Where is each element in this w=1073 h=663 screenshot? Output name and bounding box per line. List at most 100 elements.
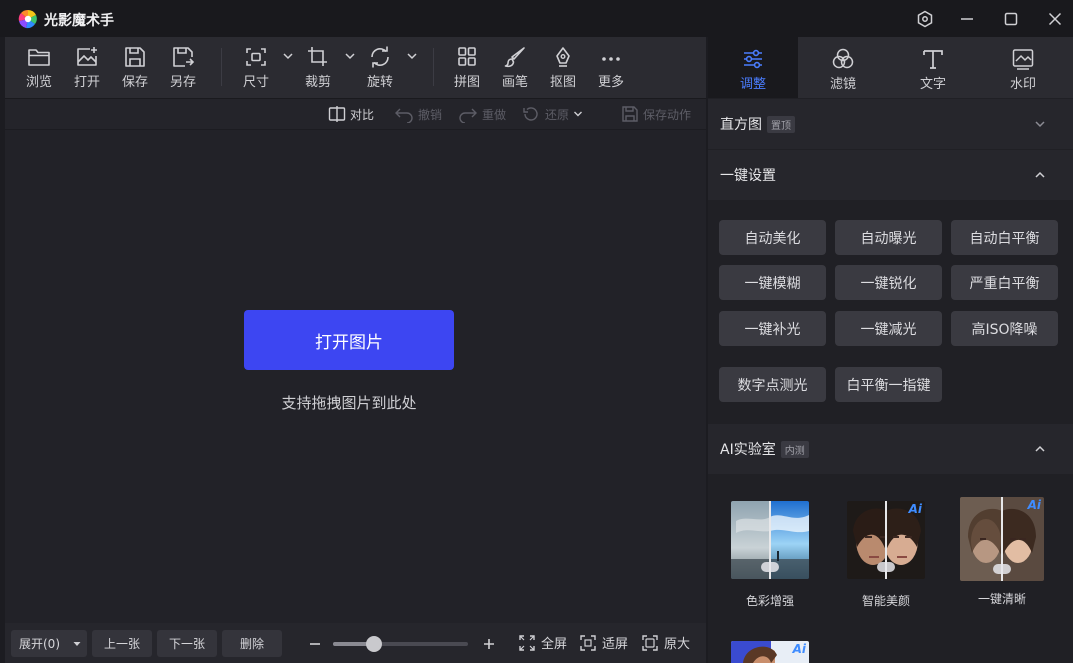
maximize-button[interactable] <box>1000 8 1022 30</box>
smart-beauty-label: 智能美颜 <box>861 594 910 608</box>
next-image-button[interactable]: 下一张 <box>157 630 217 657</box>
app-logo-icon <box>18 9 37 29</box>
zoom-slider[interactable] <box>333 636 468 652</box>
rotate-button[interactable]: 旋转 <box>358 37 402 98</box>
open-image-button[interactable]: 打开图片 <box>244 310 454 370</box>
fullscreen-label: 全屏 <box>541 637 568 652</box>
ai-badge: Ai <box>908 502 922 516</box>
right-panel-tabs: 调整 滤镜 文字 水印 <box>708 37 1073 98</box>
undo-button[interactable]: 撤销 <box>394 104 442 124</box>
one-click-blur-button[interactable]: 一键模糊 <box>719 265 826 300</box>
pin-top-badge: 置顶 <box>767 115 795 133</box>
color-enhance-label: 色彩增强 <box>745 594 794 608</box>
browse-button[interactable]: 浏览 <box>17 37 61 98</box>
auto-beautify-button[interactable]: 自动美化 <box>719 220 826 255</box>
watermark-icon <box>1012 49 1034 70</box>
one-click-clarify-card[interactable]: Ai 一键清晰 <box>957 497 1047 607</box>
original-size-label: 原大 <box>664 637 691 652</box>
collage-button[interactable]: 拼图 <box>445 37 489 98</box>
more-button[interactable]: 更多 <box>589 37 633 98</box>
fit-screen-label: 适屏 <box>602 637 629 652</box>
close-icon <box>1048 12 1062 26</box>
original-size-button[interactable]: 原大 <box>641 633 690 652</box>
more-dots-icon <box>602 57 620 61</box>
ai-feature-card[interactable]: Ai <box>725 641 815 663</box>
severe-white-balance-button[interactable]: 严重白平衡 <box>951 265 1058 300</box>
tab-watermark[interactable]: 水印 <box>978 37 1068 98</box>
crop-button[interactable]: 裁剪 <box>296 37 340 98</box>
auto-exposure-button[interactable]: 自动曝光 <box>835 220 942 255</box>
compare-icon <box>328 106 346 122</box>
restore-dropdown-chevron-icon[interactable] <box>572 108 584 120</box>
one-click-sharpen-button[interactable]: 一键锐化 <box>835 265 942 300</box>
save-button[interactable]: 保存 <box>113 37 157 98</box>
size-button[interactable]: 尺寸 <box>234 37 278 98</box>
hexagon-settings-icon <box>917 10 933 28</box>
save-action-button[interactable]: 保存动作 <box>621 104 691 124</box>
close-button[interactable] <box>1044 8 1066 30</box>
chevron-up-icon[interactable] <box>1033 168 1047 182</box>
ai-feature-thumbnail: Ai <box>731 641 809 663</box>
fullscreen-button[interactable]: 全屏 <box>518 633 567 652</box>
undo-label: 撤销 <box>418 107 443 122</box>
reduce-light-button[interactable]: 一键减光 <box>835 311 942 346</box>
title-bar: 光影魔术手 <box>0 0 1073 37</box>
ai-lab-section-header[interactable]: AI实验室 内测 <box>708 424 1073 474</box>
maximize-icon <box>1004 12 1018 26</box>
more-label: 更多 <box>597 75 624 90</box>
tab-watermark-label: 水印 <box>1009 77 1036 92</box>
expand-dropdown[interactable]: 展开(0) <box>11 630 87 657</box>
histogram-section-header[interactable]: 直方图 置顶 <box>708 99 1073 149</box>
zoom-out-icon[interactable] <box>308 637 322 651</box>
smart-beauty-card[interactable]: Ai 智能美颜 <box>841 501 931 609</box>
zoom-in-icon[interactable] <box>482 637 496 651</box>
tab-adjust[interactable]: 调整 <box>708 37 798 98</box>
chevron-down-icon[interactable] <box>1033 117 1047 131</box>
bottom-bar: 展开(0) 上一张 下一张 删除 全屏 适屏 原大 <box>5 623 706 663</box>
zoom-slider-handle[interactable] <box>365 636 382 652</box>
sliders-adjust-icon <box>744 49 762 69</box>
collage-label: 拼图 <box>453 75 480 90</box>
brush-button[interactable]: 画笔 <box>493 37 537 98</box>
brush-icon <box>504 47 525 68</box>
ai-badge: Ai <box>792 642 806 656</box>
image-canvas[interactable]: 打开图片 支持拖拽图片到此处 <box>5 130 706 623</box>
restore-button[interactable]: 还原 <box>521 104 588 124</box>
app-title: 光影魔术手 <box>44 13 114 29</box>
redo-icon <box>459 108 477 123</box>
rotate-dropdown-chevron-icon[interactable] <box>405 49 419 63</box>
white-balance-finger-button[interactable]: 白平衡一指键 <box>835 367 942 402</box>
save-as-button[interactable]: 另存 <box>161 37 205 98</box>
caret-down-icon <box>73 641 81 646</box>
open-button[interactable]: 打开 <box>65 37 109 98</box>
open-label: 打开 <box>73 75 100 90</box>
save-action-icon <box>622 106 638 122</box>
color-enhance-card[interactable]: 色彩增强 <box>725 501 815 609</box>
tab-filter[interactable]: 滤镜 <box>798 37 888 98</box>
redo-button[interactable]: 重做 <box>458 104 506 124</box>
settings-hex-button[interactable] <box>914 8 936 30</box>
smart-beauty-thumbnail: Ai <box>847 501 925 579</box>
size-dropdown-chevron-icon[interactable] <box>281 49 295 63</box>
high-iso-denoise-button[interactable]: 高ISO降噪 <box>951 311 1058 346</box>
collage-grid-icon <box>458 47 476 66</box>
tab-text-label: 文字 <box>919 77 946 92</box>
ai-lab-title: AI实验室 <box>720 442 776 458</box>
auto-white-balance-button[interactable]: 自动白平衡 <box>951 220 1058 255</box>
restore-icon <box>523 107 538 121</box>
original-size-icon <box>642 634 658 651</box>
delete-button[interactable]: 删除 <box>222 630 282 657</box>
crop-dropdown-chevron-icon[interactable] <box>343 49 357 63</box>
minimize-button[interactable] <box>956 8 978 30</box>
prev-image-button[interactable]: 上一张 <box>92 630 152 657</box>
one-click-section-header[interactable]: 一键设置 <box>708 150 1073 200</box>
fill-light-button[interactable]: 一键补光 <box>719 311 826 346</box>
spot-metering-button[interactable]: 数字点测光 <box>719 367 826 402</box>
fit-screen-button[interactable]: 适屏 <box>579 633 628 652</box>
save-label: 保存 <box>121 75 148 90</box>
compare-button[interactable]: 对比 <box>328 104 374 124</box>
chevron-up-icon[interactable] <box>1033 442 1047 456</box>
cutout-button[interactable]: 抠图 <box>541 37 585 98</box>
folder-icon <box>28 49 50 66</box>
tab-text[interactable]: 文字 <box>888 37 978 98</box>
